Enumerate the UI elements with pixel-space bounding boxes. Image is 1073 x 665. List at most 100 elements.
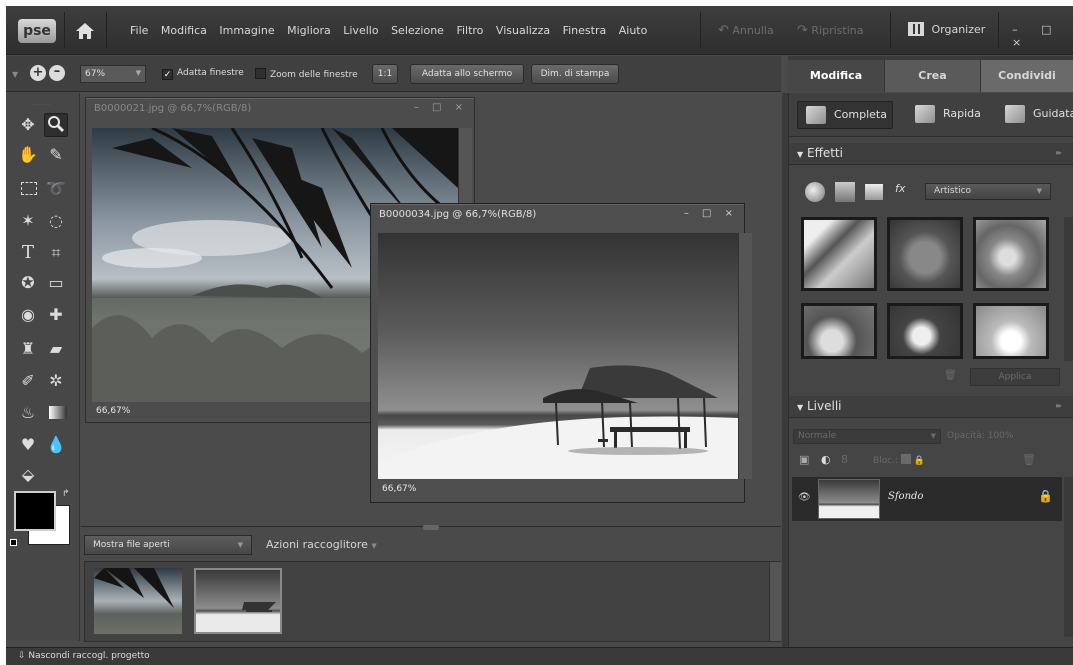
paint-bucket-icon[interactable]: ♨ [16, 401, 40, 425]
default-colors-icon[interactable] [10, 539, 17, 546]
zoom-windows-checkbox[interactable]: Zoom delle finestre [255, 68, 358, 80]
effect-thumbnail-4[interactable] [801, 303, 877, 359]
home-icon[interactable] [74, 20, 96, 42]
layers-panel-header[interactable]: ▼ Livelli ▸▸ [789, 396, 1073, 418]
effects-scrollbar[interactable] [1064, 217, 1073, 361]
apply-button[interactable]: Applica [970, 368, 1060, 386]
type-icon[interactable]: T [16, 241, 40, 265]
toolbox-grip[interactable]: ...... [32, 99, 51, 107]
document-scrollbar-2[interactable] [738, 233, 752, 479]
marquee-icon[interactable] [16, 177, 40, 201]
effect-thumbnail-5[interactable] [887, 303, 963, 359]
menu-livello[interactable]: Livello [343, 24, 378, 37]
options-collapse-icon[interactable]: ▼ [12, 70, 18, 79]
effect-thumbnail-6[interactable] [973, 303, 1049, 359]
menu-selezione[interactable]: Selezione [391, 24, 444, 37]
document-controls-1[interactable]: – □ × [414, 102, 468, 113]
eraser-icon[interactable]: ▰ [44, 337, 68, 361]
lasso-icon[interactable]: ➰ [44, 177, 68, 201]
organizer-button[interactable]: Organizer [904, 19, 991, 41]
eyedropper-icon[interactable]: ✎ [44, 143, 68, 167]
layer-row[interactable]: 👁 Sfondo 🔒 [792, 477, 1062, 521]
panel-menu-icon[interactable]: ▸▸ [1056, 401, 1062, 410]
undo-button[interactable]: ↶ Annulla [718, 23, 774, 38]
gradient-icon[interactable] [44, 401, 68, 425]
lock-all-icon[interactable]: 🔒 [914, 456, 925, 466]
tab-guidata[interactable]: Guidata [997, 101, 1073, 129]
shape-icon[interactable]: ▭ [44, 271, 68, 295]
tab-crea[interactable]: Crea [884, 60, 980, 92]
3d-icon[interactable]: ⬙ [16, 463, 40, 487]
hand-tool-icon[interactable]: ✋ [16, 143, 40, 167]
panel-menu-icon[interactable]: ▸▸ [1056, 148, 1062, 157]
document-canvas-2[interactable] [378, 233, 738, 479]
bin-actions-menu[interactable]: Azioni raccoglitore ▼ [266, 538, 377, 551]
zoom-out-icon[interactable]: – [49, 65, 65, 81]
menu-immagine[interactable]: Immagine [219, 24, 274, 37]
tab-condividi[interactable]: Condividi [980, 60, 1073, 92]
fx-icon[interactable]: fx [895, 182, 917, 202]
fit-windows-checkbox[interactable]: ✓ Adatta finestre [162, 68, 244, 80]
fit-screen-button[interactable]: Adatta allo schermo [410, 64, 524, 84]
tab-completa[interactable]: Completa [797, 101, 893, 129]
filters-icon[interactable] [805, 182, 825, 202]
trash-icon[interactable]: 🗑 [944, 370, 957, 382]
clone-stamp-icon[interactable]: ♜ [16, 337, 40, 361]
show-open-files-select[interactable]: Mostra file aperti ▼ [84, 535, 252, 555]
effect-thumbnail-3[interactable] [973, 217, 1049, 291]
magic-wand-icon[interactable]: ✶ [16, 209, 40, 233]
opacity-control[interactable]: Opacità: 100% [947, 431, 1013, 441]
menu-visualizza[interactable]: Visualizza [496, 24, 550, 37]
toggle-bin-label[interactable]: Nascondi raccogl. progetto [28, 651, 149, 661]
swap-colors-icon[interactable]: ↱ [62, 489, 70, 499]
print-size-button[interactable]: Dim. di stampa [531, 64, 619, 84]
bin-resize-handle[interactable] [423, 525, 439, 530]
effects-category-select[interactable]: Artistico ▼ [925, 183, 1051, 200]
zoom-select[interactable]: 67% ▼ [80, 65, 146, 83]
new-layer-icon[interactable]: ▣ [799, 453, 809, 466]
effects-panel-header[interactable]: ▼ Effetti ▸▸ [789, 143, 1073, 165]
red-eye-icon[interactable]: ◉ [16, 303, 40, 327]
foreground-color-swatch[interactable] [14, 491, 56, 531]
menu-filtro[interactable]: Filtro [456, 24, 483, 37]
bin-thumbnail-1[interactable] [94, 568, 182, 634]
bin-thumbnail-2[interactable] [194, 568, 282, 634]
selection-brush-icon[interactable]: ◌ [44, 209, 68, 233]
zoom-tool-icon[interactable] [44, 113, 68, 137]
blur-icon[interactable]: ♥ [16, 433, 40, 457]
menu-migliora[interactable]: Migliora [287, 24, 331, 37]
bin-scrollbar[interactable] [769, 562, 781, 641]
menu-finestra[interactable]: Finestra [563, 24, 607, 37]
redo-button[interactable]: ↷ Ripristina [797, 23, 863, 38]
adjustment-layer-icon[interactable]: ◐ [821, 453, 831, 466]
menu-file[interactable]: File [130, 24, 148, 37]
healing-brush-icon[interactable]: ✚ [44, 303, 68, 327]
smart-brush-icon[interactable]: ✲ [44, 369, 68, 393]
actual-pixels-button[interactable]: 1:1 [372, 64, 398, 84]
crop-icon[interactable]: ⌗ [44, 241, 68, 265]
zoom-in-icon[interactable]: + [30, 65, 46, 81]
layer-styles-icon[interactable] [835, 182, 855, 202]
menu-modifica[interactable]: Modifica [161, 24, 207, 37]
document-window-2[interactable]: B0000034.jpg @ 66,7%(RGB/8) – □ × 66,67% [370, 203, 752, 503]
document-controls-2[interactable]: – □ × [684, 208, 738, 219]
toggle-bin-icon[interactable]: ⇩ [18, 651, 26, 661]
brush-icon[interactable]: ✐ [16, 369, 40, 393]
eye-icon[interactable]: 👁 [798, 492, 811, 503]
window-controls[interactable]: – □ × [1012, 23, 1073, 49]
move-tool-icon[interactable]: ✥ [16, 113, 40, 137]
sponge-icon[interactable]: 💧 [44, 433, 68, 457]
lock-transparent-icon[interactable] [900, 454, 911, 464]
tab-modifica[interactable]: Modifica [788, 60, 884, 92]
menu-aiuto[interactable]: Aiuto [619, 24, 648, 37]
link-icon[interactable]: 8 [841, 453, 848, 466]
effect-thumbnail-1[interactable] [801, 217, 877, 291]
photo-effects-icon[interactable] [865, 184, 883, 200]
effect-thumbnail-2[interactable] [887, 217, 963, 291]
tab-rapida[interactable]: Rapida [907, 101, 987, 129]
color-swatches[interactable]: ↱ [10, 489, 72, 546]
cookie-cutter-icon[interactable]: ✪ [16, 271, 40, 295]
layers-scrollbar[interactable] [1064, 477, 1073, 637]
delete-layer-icon[interactable]: 🗑 [1022, 453, 1036, 466]
blend-mode-select[interactable]: Normale ▼ [793, 429, 941, 444]
